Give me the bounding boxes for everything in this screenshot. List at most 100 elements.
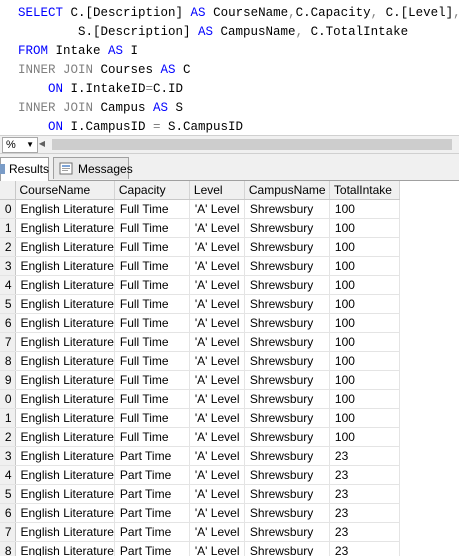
table-cell[interactable]: 'A' Level [189, 218, 245, 238]
table-cell[interactable]: English Literature [15, 313, 115, 333]
table-cell[interactable]: Shrewsbury [244, 218, 330, 238]
table-cell[interactable]: 23 [329, 522, 400, 542]
table-cell[interactable]: 'A' Level [189, 465, 245, 485]
row-number[interactable]: 5 [0, 294, 16, 314]
table-row[interactable]: 3 English Literature Full Time 'A' Level Shr… [0, 256, 400, 276]
row-number[interactable]: 3 [0, 256, 16, 276]
table-cell[interactable]: Full Time [114, 332, 190, 352]
table-cell[interactable]: Full Time [114, 389, 190, 409]
row-number[interactable]: 7 [0, 522, 16, 542]
table-cell[interactable]: 100 [329, 427, 400, 447]
tab-messages[interactable]: Messages [53, 157, 133, 179]
table-cell[interactable]: Shrewsbury [244, 275, 330, 295]
table-cell[interactable]: 'A' Level [189, 275, 245, 295]
table-cell[interactable]: 100 [329, 199, 400, 219]
row-number[interactable]: 9 [0, 370, 16, 390]
table-cell[interactable]: English Literature [15, 522, 115, 542]
table-cell[interactable]: Shrewsbury [244, 332, 330, 352]
column-header[interactable]: CampusName [244, 181, 330, 200]
row-number[interactable]: 7 [0, 332, 16, 352]
table-cell[interactable]: Shrewsbury [244, 503, 330, 523]
table-cell[interactable]: Shrewsbury [244, 351, 330, 371]
table-row[interactable]: 9 English Literature Full Time 'A' Level Shr… [0, 370, 400, 390]
table-cell[interactable]: English Literature [15, 237, 115, 257]
table-cell[interactable]: English Literature [15, 256, 115, 276]
row-number[interactable]: 6 [0, 503, 16, 523]
table-cell[interactable]: 'A' Level [189, 484, 245, 504]
table-cell[interactable]: 'A' Level [189, 351, 245, 371]
column-header[interactable]: Capacity [114, 181, 190, 200]
column-header[interactable]: Level [189, 181, 245, 200]
table-cell[interactable]: 'A' Level [189, 541, 245, 556]
table-cell[interactable]: Full Time [114, 256, 190, 276]
table-cell[interactable]: 'A' Level [189, 256, 245, 276]
table-cell[interactable]: Shrewsbury [244, 294, 330, 314]
scroll-left-icon[interactable]: ◀ [37, 137, 47, 151]
table-cell[interactable]: 23 [329, 541, 400, 556]
table-cell[interactable]: 100 [329, 275, 400, 295]
row-number[interactable]: 4 [0, 275, 16, 295]
table-row[interactable]: 6 English Literature Full Time 'A' Level Shr… [0, 313, 400, 333]
table-row[interactable]: 7 English Literature Full Time 'A' Level Shr… [0, 332, 400, 352]
table-cell[interactable]: Full Time [114, 408, 190, 428]
row-number[interactable]: 2 [0, 427, 16, 447]
table-cell[interactable]: 'A' Level [189, 408, 245, 428]
table-cell[interactable]: 'A' Level [189, 313, 245, 333]
horizontal-scrollbar-thumb[interactable] [52, 139, 452, 150]
table-cell[interactable]: 100 [329, 313, 400, 333]
table-cell[interactable]: Part Time [114, 446, 190, 466]
table-cell[interactable]: Shrewsbury [244, 408, 330, 428]
table-cell[interactable]: Part Time [114, 465, 190, 485]
row-number[interactable]: 2 [0, 237, 16, 257]
table-cell[interactable]: 23 [329, 446, 400, 466]
table-cell[interactable]: Full Time [114, 218, 190, 238]
table-cell[interactable]: Full Time [114, 294, 190, 314]
row-number[interactable]: 6 [0, 313, 16, 333]
table-cell[interactable]: 100 [329, 370, 400, 390]
row-number-header[interactable] [0, 181, 16, 200]
table-cell[interactable]: Shrewsbury [244, 313, 330, 333]
row-number[interactable]: 0 [0, 389, 16, 409]
table-cell[interactable]: English Literature [15, 503, 115, 523]
table-cell[interactable]: 23 [329, 484, 400, 504]
table-row[interactable]: 4 English Literature Part Time 'A' Level Shr… [0, 465, 400, 485]
table-cell[interactable]: 100 [329, 256, 400, 276]
table-row[interactable]: 3 English Literature Part Time 'A' Level Shr… [0, 446, 400, 466]
table-cell[interactable]: 100 [329, 408, 400, 428]
row-number[interactable]: 1 [0, 218, 16, 238]
table-cell[interactable]: Part Time [114, 503, 190, 523]
column-header[interactable]: TotalIntake [329, 181, 400, 200]
table-cell[interactable]: English Literature [15, 332, 115, 352]
table-cell[interactable]: 100 [329, 389, 400, 409]
table-row[interactable]: 2 English Literature Full Time 'A' Level Shr… [0, 427, 400, 447]
table-cell[interactable]: 'A' Level [189, 199, 245, 219]
table-cell[interactable]: Full Time [114, 427, 190, 447]
zoom-dropdown[interactable]: % ▼ [2, 137, 38, 153]
table-cell[interactable]: Shrewsbury [244, 427, 330, 447]
table-cell[interactable]: English Literature [15, 427, 115, 447]
sql-editor[interactable]: SELECT C.[Description] AS CourseName,C.C… [0, 0, 459, 134]
table-cell[interactable]: 'A' Level [189, 370, 245, 390]
table-row[interactable]: 6 English Literature Part Time 'A' Level Shr… [0, 503, 400, 523]
table-cell[interactable]: Shrewsbury [244, 484, 330, 504]
table-row[interactable]: 0 English Literature Full Time 'A' Level Shr… [0, 199, 400, 219]
table-row[interactable]: 2 English Literature Full Time 'A' Level Shr… [0, 237, 400, 257]
table-cell[interactable]: Shrewsbury [244, 446, 330, 466]
table-cell[interactable]: English Literature [15, 370, 115, 390]
table-cell[interactable]: 'A' Level [189, 427, 245, 447]
row-number[interactable]: 8 [0, 351, 16, 371]
table-cell[interactable]: English Literature [15, 275, 115, 295]
table-cell[interactable]: Full Time [114, 237, 190, 257]
table-cell[interactable]: Shrewsbury [244, 199, 330, 219]
table-cell[interactable]: 100 [329, 351, 400, 371]
table-cell[interactable]: English Literature [15, 294, 115, 314]
table-cell[interactable]: English Literature [15, 351, 115, 371]
table-row[interactable]: 4 English Literature Full Time 'A' Level Shr… [0, 275, 400, 295]
table-cell[interactable]: 23 [329, 503, 400, 523]
table-cell[interactable]: 100 [329, 218, 400, 238]
table-cell[interactable]: Shrewsbury [244, 256, 330, 276]
row-number[interactable]: 0 [0, 199, 16, 219]
table-cell[interactable]: Shrewsbury [244, 237, 330, 257]
column-header[interactable]: CourseName [15, 181, 115, 200]
table-cell[interactable]: Shrewsbury [244, 541, 330, 556]
